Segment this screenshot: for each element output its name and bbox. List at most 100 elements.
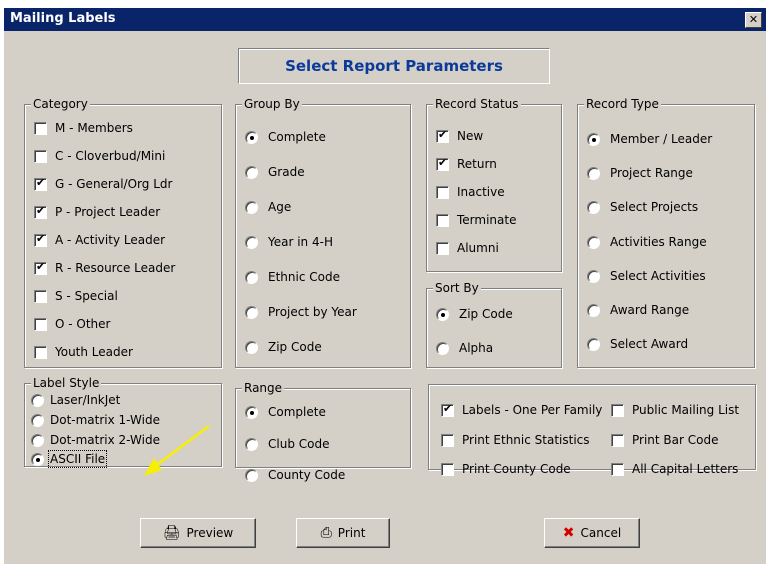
checkbox[interactable] (441, 433, 454, 447)
record-type-group: Record Type Member / Leader Project Rang… (577, 97, 755, 368)
preview-icon: 🖨 (162, 525, 181, 541)
range-complete[interactable]: Complete (245, 403, 326, 421)
radio-button[interactable] (587, 337, 600, 351)
category-item-c[interactable]: C - Cloverbud/Mini (34, 147, 165, 165)
radio-button[interactable] (245, 437, 258, 451)
label-style-legend: Label Style (31, 376, 102, 390)
category-item-s[interactable]: S - Special (34, 287, 118, 305)
checkbox[interactable] (34, 176, 47, 191)
record-type-select-activities[interactable]: Select Activities (587, 267, 706, 285)
checkbox[interactable] (436, 128, 449, 143)
checkbox[interactable] (34, 121, 47, 135)
radio-button[interactable] (245, 340, 258, 354)
checkbox[interactable] (34, 232, 47, 247)
radio-button[interactable] (587, 235, 600, 249)
label-style-dot-matrix-2[interactable]: Dot-matrix 2-Wide (31, 431, 160, 449)
checkbox[interactable] (34, 204, 47, 219)
radio-button[interactable] (245, 165, 258, 179)
cancel-button[interactable]: ✖ Cancel (544, 518, 640, 548)
category-item-youth-leader[interactable]: Youth Leader (34, 343, 133, 361)
record-type-activities-range[interactable]: Activities Range (587, 233, 707, 251)
radio-button[interactable] (587, 303, 600, 317)
checkbox[interactable] (34, 149, 47, 163)
radio-button[interactable] (31, 413, 44, 427)
radio-button[interactable] (31, 393, 44, 407)
record-status-terminate[interactable]: Terminate (436, 211, 516, 229)
record-type-select-projects[interactable]: Select Projects (587, 198, 698, 216)
checkbox[interactable] (34, 345, 47, 359)
mailing-labels-window: Mailing Labels ✕ Select Report Parameter… (4, 8, 766, 564)
range-county-code[interactable]: County Code (245, 466, 345, 484)
group-by-ethnic-code[interactable]: Ethnic Code (245, 268, 340, 286)
radio-button[interactable] (245, 235, 258, 249)
option-print-ethnic-statistics[interactable]: Print Ethnic Statistics (441, 431, 590, 449)
checkbox[interactable] (436, 185, 449, 199)
checkbox[interactable] (611, 462, 624, 476)
group-by-year-in-4h[interactable]: Year in 4-H (245, 233, 333, 251)
checkbox[interactable] (34, 260, 47, 275)
category-item-p[interactable]: P - Project Leader (34, 203, 160, 221)
preview-button[interactable]: 🖨 Preview (140, 518, 256, 548)
radio-button[interactable] (31, 452, 44, 466)
option-labels-one-per-family[interactable]: Labels - One Per Family (441, 401, 602, 419)
checkbox[interactable] (441, 462, 454, 476)
label-style-dot-matrix-1[interactable]: Dot-matrix 1-Wide (31, 411, 160, 429)
option-all-capital-letters[interactable]: All Capital Letters (611, 460, 738, 478)
checkbox[interactable] (441, 402, 454, 417)
category-item-o[interactable]: O - Other (34, 315, 110, 333)
checkbox-label: Alumni (457, 241, 499, 255)
record-type-award-range[interactable]: Award Range (587, 301, 689, 319)
category-item-g[interactable]: G - General/Org Ldr (34, 175, 172, 193)
radio-button[interactable] (587, 132, 600, 146)
checkbox[interactable] (34, 289, 47, 303)
title-bar[interactable]: Mailing Labels ✕ (4, 8, 766, 31)
sort-by-alpha[interactable]: Alpha (436, 339, 493, 357)
record-status-inactive[interactable]: Inactive (436, 183, 505, 201)
sort-by-zip-code[interactable]: Zip Code (436, 305, 513, 323)
checkbox[interactable] (611, 433, 624, 447)
radio-button[interactable] (245, 468, 258, 482)
print-button-label: Print (337, 526, 366, 540)
radio-button[interactable] (436, 307, 449, 321)
group-by-age[interactable]: Age (245, 198, 291, 216)
category-item-r[interactable]: R - Resource Leader (34, 259, 175, 277)
range-club-code[interactable]: Club Code (245, 435, 329, 453)
option-print-county-code[interactable]: Print County Code (441, 460, 571, 478)
radio-button[interactable] (587, 269, 600, 283)
checkbox[interactable] (611, 403, 624, 417)
checkbox[interactable] (436, 213, 449, 227)
category-item-m[interactable]: M - Members (34, 119, 133, 137)
radio-button[interactable] (245, 405, 258, 419)
category-item-a[interactable]: A - Activity Leader (34, 231, 165, 249)
group-by-zip-code[interactable]: Zip Code (245, 338, 322, 356)
radio-button[interactable] (587, 166, 600, 180)
checkbox[interactable] (34, 317, 47, 331)
close-button[interactable]: ✕ (745, 12, 762, 28)
print-button[interactable]: ⎙ Print (296, 518, 390, 548)
radio-label: Activities Range (610, 235, 707, 249)
record-status-new[interactable]: New (436, 127, 483, 145)
option-print-bar-code[interactable]: Print Bar Code (611, 431, 718, 449)
radio-button[interactable] (245, 200, 258, 214)
record-status-return[interactable]: Return (436, 155, 497, 173)
checkbox[interactable] (436, 241, 449, 255)
radio-label: Select Award (610, 337, 689, 351)
option-public-mailing-list[interactable]: Public Mailing List (611, 401, 739, 419)
radio-button[interactable] (245, 270, 258, 284)
record-type-select-award[interactable]: Select Award (587, 335, 688, 353)
label-style-ascii-file[interactable]: ASCII File (31, 450, 108, 468)
label-style-laser[interactable]: Laser/InkJet (31, 391, 120, 409)
radio-button[interactable] (245, 305, 258, 319)
group-by-complete[interactable]: Complete (245, 128, 326, 146)
radio-label: Dot-matrix 2-Wide (50, 433, 160, 447)
radio-button[interactable] (245, 130, 258, 144)
radio-button[interactable] (31, 433, 44, 447)
radio-button[interactable] (587, 200, 600, 214)
record-type-project-range[interactable]: Project Range (587, 164, 693, 182)
group-by-grade[interactable]: Grade (245, 163, 305, 181)
record-type-member-leader[interactable]: Member / Leader (587, 130, 712, 148)
checkbox[interactable] (436, 156, 449, 171)
record-status-alumni[interactable]: Alumni (436, 239, 499, 257)
group-by-project-by-year[interactable]: Project by Year (245, 303, 357, 321)
radio-button[interactable] (436, 341, 449, 355)
